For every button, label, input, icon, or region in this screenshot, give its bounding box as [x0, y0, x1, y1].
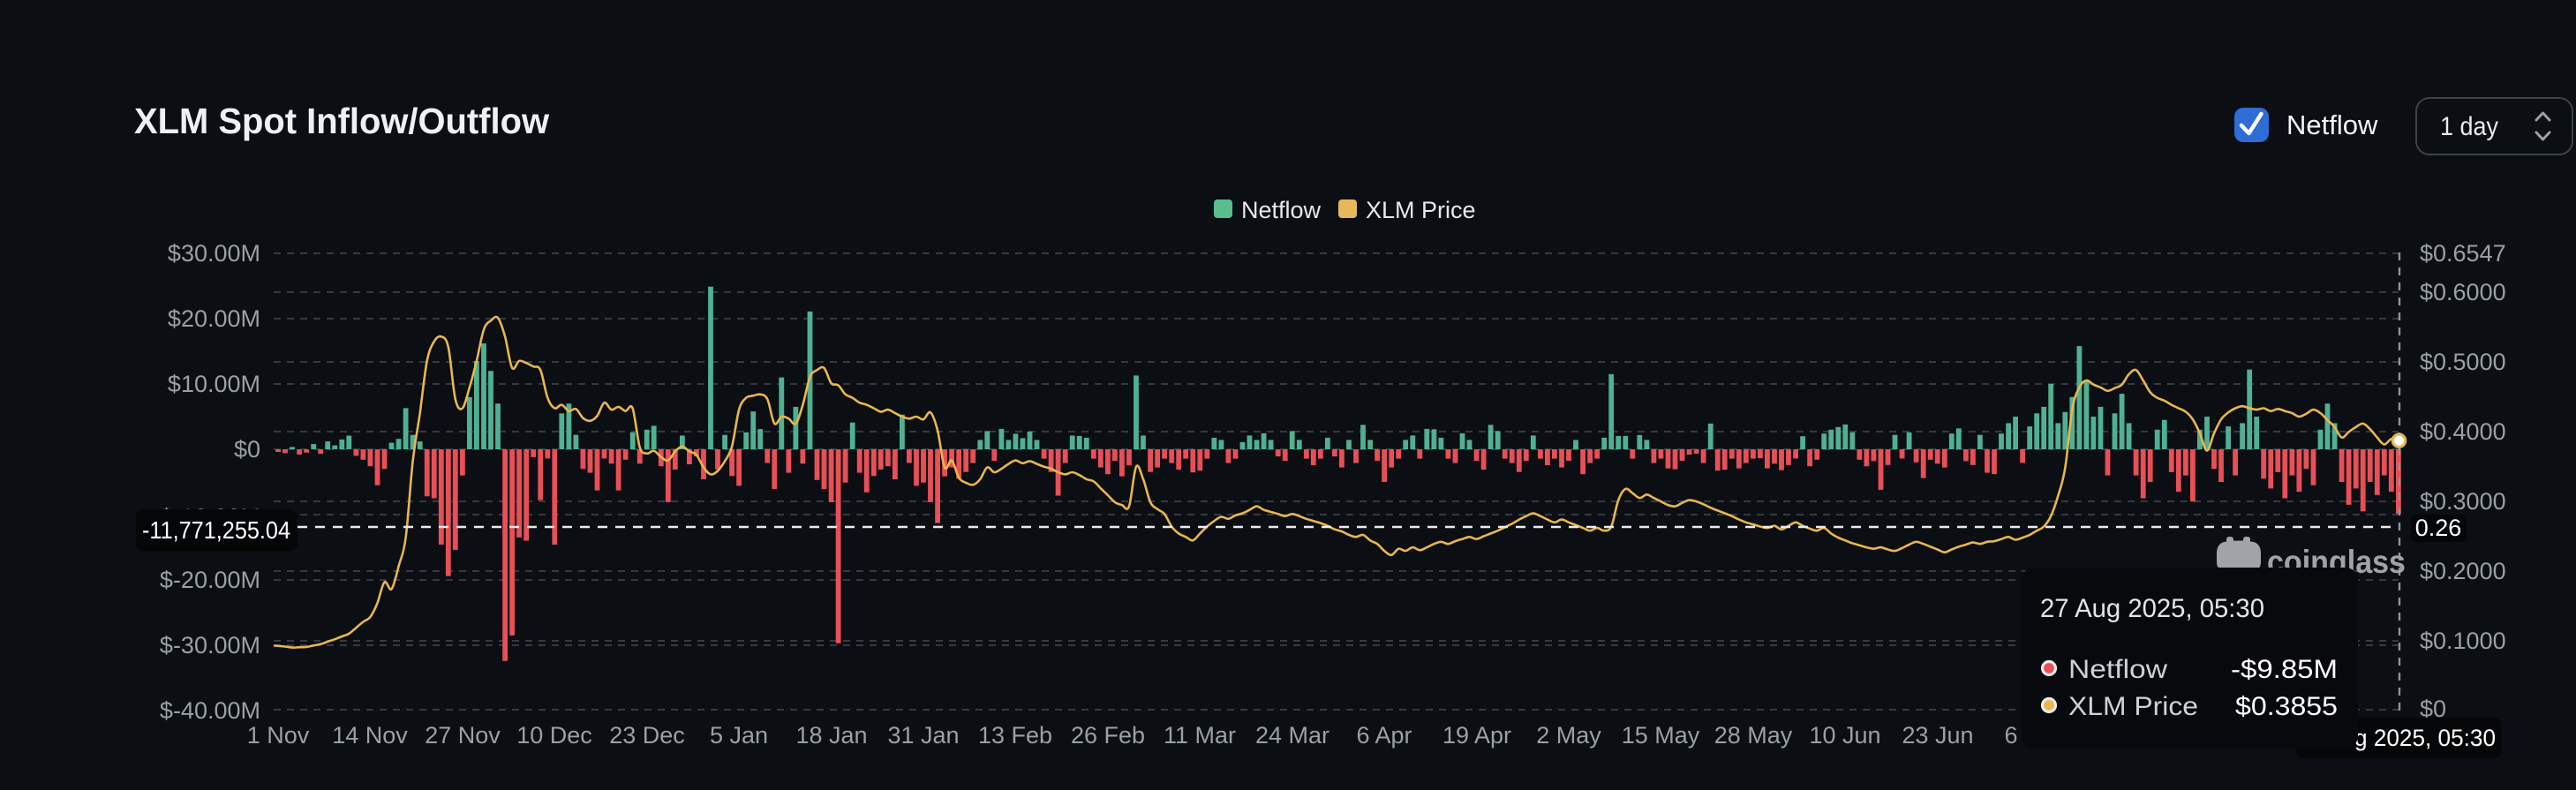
svg-text:15 May: 15 May — [1622, 722, 1700, 749]
svg-text:0.26: 0.26 — [2415, 515, 2462, 541]
svg-text:$-20.00M: $-20.00M — [160, 567, 260, 593]
svg-text:Netflow: Netflow — [1241, 197, 1322, 223]
svg-text:$0.3855: $0.3855 — [2235, 692, 2338, 721]
svg-text:26 Feb: 26 Feb — [1071, 722, 1145, 749]
svg-text:$0.1000: $0.1000 — [2420, 628, 2506, 654]
svg-text:$-30.00M: $-30.00M — [160, 632, 260, 658]
svg-text:$10.00M: $10.00M — [168, 371, 260, 397]
svg-text:$0.5000: $0.5000 — [2420, 349, 2506, 375]
svg-text:2 May: 2 May — [1536, 722, 1601, 749]
svg-text:$0: $0 — [234, 436, 260, 463]
svg-text:10 Dec: 10 Dec — [516, 722, 592, 749]
svg-text:18 Jan: 18 Jan — [795, 722, 867, 749]
svg-text:31 Jan: 31 Jan — [887, 722, 959, 749]
svg-text:$-40.00M: $-40.00M — [160, 697, 260, 724]
svg-text:$0.6547: $0.6547 — [2420, 240, 2506, 267]
svg-text:g 2025, 05:30: g 2025, 05:30 — [2354, 725, 2496, 751]
svg-text:Netflow: Netflow — [2286, 109, 2378, 140]
svg-text:6 Apr: 6 Apr — [1356, 722, 1412, 749]
svg-text:23 Jun: 23 Jun — [1902, 722, 1973, 749]
svg-text:1 Nov: 1 Nov — [247, 722, 310, 749]
svg-text:$0.3000: $0.3000 — [2420, 488, 2506, 515]
svg-text:13 Feb: 13 Feb — [978, 722, 1052, 749]
svg-text:$30.00M: $30.00M — [168, 240, 260, 267]
svg-text:10 Jun: 10 Jun — [1809, 722, 1880, 749]
svg-text:XLM Price: XLM Price — [1366, 197, 1476, 223]
svg-text:XLM Spot Inflow/Outflow: XLM Spot Inflow/Outflow — [134, 101, 549, 141]
svg-text:-11,771,255.04: -11,771,255.04 — [142, 516, 290, 544]
svg-text:23 Dec: 23 Dec — [609, 722, 685, 749]
svg-text:$0.6000: $0.6000 — [2420, 279, 2506, 305]
svg-text:$0.4000: $0.4000 — [2420, 418, 2506, 445]
svg-text:1 day: 1 day — [2440, 112, 2498, 141]
svg-text:28 May: 28 May — [1714, 722, 1793, 749]
svg-text:$20.00M: $20.00M — [168, 305, 260, 332]
svg-text:27 Nov: 27 Nov — [425, 722, 501, 749]
svg-text:$0.2000: $0.2000 — [2420, 558, 2506, 584]
svg-text:-$9.85M: -$9.85M — [2231, 655, 2338, 684]
svg-text:24 Mar: 24 Mar — [1255, 722, 1329, 749]
svg-text:XLM Price: XLM Price — [2068, 692, 2198, 721]
svg-text:27 Aug 2025, 05:30: 27 Aug 2025, 05:30 — [2040, 594, 2264, 623]
svg-text:19 Apr: 19 Apr — [1442, 722, 1511, 749]
svg-text:11 Mar: 11 Mar — [1164, 722, 1236, 749]
svg-text:14 Nov: 14 Nov — [332, 722, 408, 749]
svg-text:Netflow: Netflow — [2068, 655, 2167, 684]
svg-text:5 Jan: 5 Jan — [710, 722, 768, 749]
